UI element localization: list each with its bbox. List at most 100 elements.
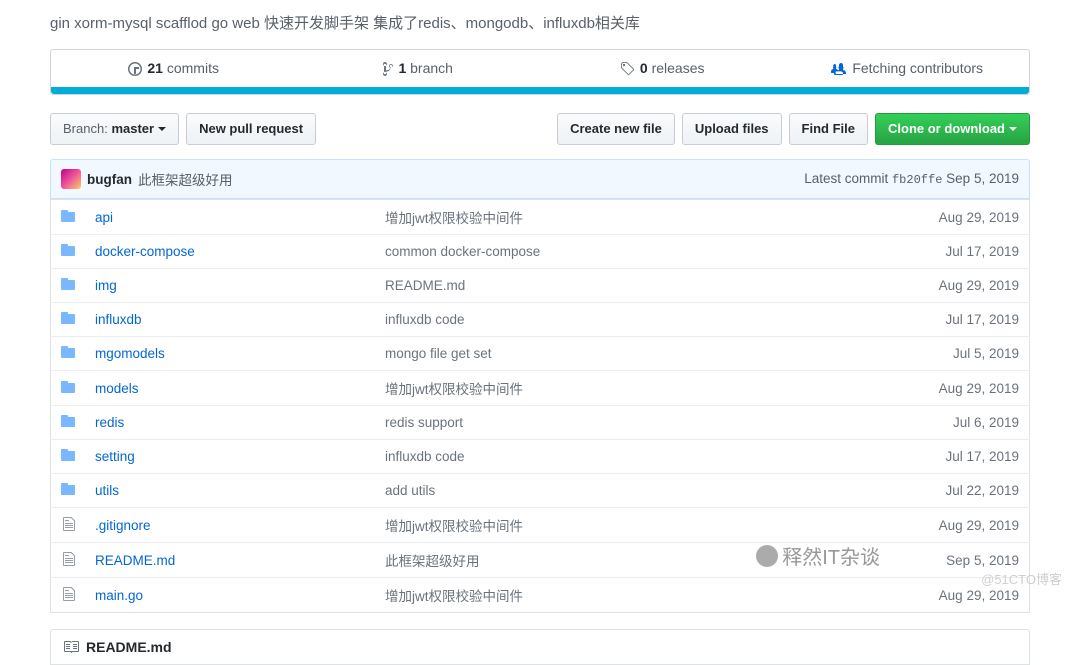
file-link[interactable]: redis (95, 415, 124, 430)
table-row: api 增加jwt权限校验中间件Aug 29, 2019 (51, 200, 1030, 235)
commit-sha-link[interactable]: fb20ffe (892, 173, 942, 187)
table-row: redis redis supportJul 6, 2019 (51, 406, 1030, 440)
file-date: Jul 22, 2019 (870, 474, 1030, 508)
file-date: Aug 29, 2019 (870, 200, 1030, 235)
commit-author-link[interactable]: bugfan (87, 172, 132, 187)
file-link[interactable]: mgomodels (95, 346, 165, 361)
latest-commit-bar: bugfan 此框架超级好用 Latest commit fb20ffe Sep… (50, 159, 1030, 199)
branch-select-button[interactable]: Branch: master (50, 113, 179, 145)
branches-stat[interactable]: 1 branch (296, 50, 541, 87)
commit-message-link[interactable]: 此框架超级好用 (138, 169, 804, 189)
avatar[interactable] (61, 169, 81, 189)
branches-count: 1 (398, 60, 406, 76)
clone-download-button[interactable]: Clone or download (875, 113, 1030, 145)
file-date: Aug 29, 2019 (870, 508, 1030, 543)
file-date: Aug 29, 2019 (870, 269, 1030, 303)
folder-icon (51, 200, 86, 235)
contributors-stat[interactable]: Fetching contributors (785, 50, 1030, 87)
releases-label: releases (652, 60, 705, 76)
folder-icon (51, 337, 86, 371)
commits-count: 21 (147, 60, 163, 76)
upload-files-button[interactable]: Upload files (682, 113, 782, 145)
folder-icon (51, 269, 86, 303)
readme-title: README.md (86, 639, 172, 655)
file-commit-msg[interactable]: README.md (375, 269, 870, 303)
contributors-label: Fetching contributors (852, 60, 983, 76)
file-link[interactable]: README.md (95, 553, 175, 568)
folder-icon (51, 371, 86, 406)
branch-icon (383, 61, 393, 77)
file-date: Jul 17, 2019 (870, 235, 1030, 269)
language-bar[interactable] (51, 87, 1029, 94)
folder-icon (51, 440, 86, 474)
watermark-footer: @51CTO博客 (981, 569, 1062, 588)
folder-icon (51, 303, 86, 337)
watermark-qr: 释然IT杂谈 (756, 541, 880, 570)
folder-icon (51, 474, 86, 508)
commits-label: commits (167, 60, 219, 76)
files-table: api增加jwt权限校验中间件Aug 29, 2019docker-compos… (50, 199, 1030, 613)
table-row: setting influxdb codeJul 17, 2019 (51, 440, 1030, 474)
tag-icon (620, 61, 634, 77)
folder-icon (51, 406, 86, 440)
file-commit-msg[interactable]: redis support (375, 406, 870, 440)
file-link[interactable]: api (95, 210, 113, 225)
people-icon (830, 61, 846, 77)
file-commit-msg[interactable]: influxdb code (375, 440, 870, 474)
branch-value: master (111, 119, 154, 139)
file-link[interactable]: models (95, 381, 139, 396)
table-row: .gitignore 增加jwt权限校验中间件Aug 29, 2019 (51, 508, 1030, 543)
table-row: influxdb influxdb codeJul 17, 2019 (51, 303, 1030, 337)
file-icon (51, 578, 86, 613)
table-row: main.go增加jwt权限校验中间件Aug 29, 2019 (51, 578, 1030, 613)
overall-stats: 21 commits 1 branch 0 releases Fetching … (50, 49, 1030, 95)
table-row: img README.mdAug 29, 2019 (51, 269, 1030, 303)
file-commit-msg[interactable]: influxdb code (375, 303, 870, 337)
releases-count: 0 (640, 60, 648, 76)
file-date: Jul 17, 2019 (870, 440, 1030, 474)
table-row: mgomodels mongo file get setJul 5, 2019 (51, 337, 1030, 371)
releases-stat[interactable]: 0 releases (540, 50, 785, 87)
history-icon (128, 61, 142, 77)
file-link[interactable]: docker-compose (95, 244, 195, 259)
file-date: Aug 29, 2019 (870, 371, 1030, 406)
file-commit-msg[interactable]: add utils (375, 474, 870, 508)
repo-description: gin xorm-mysql scafflod go web 快速开发脚手架 集… (50, 12, 1030, 33)
toolbar: Branch: master New pull request Create n… (50, 113, 1030, 145)
chevron-down-icon (158, 127, 166, 131)
create-file-button[interactable]: Create new file (557, 113, 675, 145)
branches-label: branch (410, 60, 453, 76)
file-link[interactable]: influxdb (95, 312, 142, 327)
table-row: docker-compose common docker-composeJul 1… (51, 235, 1030, 269)
commits-stat[interactable]: 21 commits (51, 50, 296, 87)
file-commit-msg[interactable]: 增加jwt权限校验中间件 (375, 578, 870, 613)
file-commit-msg[interactable]: 增加jwt权限校验中间件 (375, 508, 870, 543)
chevron-down-icon (1009, 127, 1017, 131)
file-commit-msg[interactable]: common docker-compose (375, 235, 870, 269)
file-link[interactable]: .gitignore (95, 518, 151, 533)
branch-label: Branch: (63, 119, 108, 139)
file-icon (51, 508, 86, 543)
file-link[interactable]: setting (95, 449, 135, 464)
file-commit-msg[interactable]: 增加jwt权限校验中间件 (375, 200, 870, 235)
latest-commit-label: Latest commit (804, 171, 888, 186)
clone-label: Clone or download (888, 119, 1005, 139)
table-row: utils add utilsJul 22, 2019 (51, 474, 1030, 508)
file-date: Jul 6, 2019 (870, 406, 1030, 440)
file-link[interactable]: main.go (95, 588, 143, 603)
commit-date: Sep 5, 2019 (946, 171, 1019, 186)
table-row: models 增加jwt权限校验中间件Aug 29, 2019 (51, 371, 1030, 406)
new-pr-button[interactable]: New pull request (186, 113, 316, 145)
readme-header: README.md (50, 629, 1030, 665)
file-link[interactable]: img (95, 278, 117, 293)
table-row: README.md此框架超级好用Sep 5, 2019 (51, 543, 1030, 578)
find-file-button[interactable]: Find File (789, 113, 868, 145)
file-icon (51, 543, 86, 578)
file-link[interactable]: utils (95, 483, 119, 498)
file-commit-msg[interactable]: 增加jwt权限校验中间件 (375, 371, 870, 406)
folder-icon (51, 235, 86, 269)
file-date: Jul 17, 2019 (870, 303, 1030, 337)
book-icon (63, 639, 79, 655)
file-date: Jul 5, 2019 (870, 337, 1030, 371)
file-commit-msg[interactable]: mongo file get set (375, 337, 870, 371)
